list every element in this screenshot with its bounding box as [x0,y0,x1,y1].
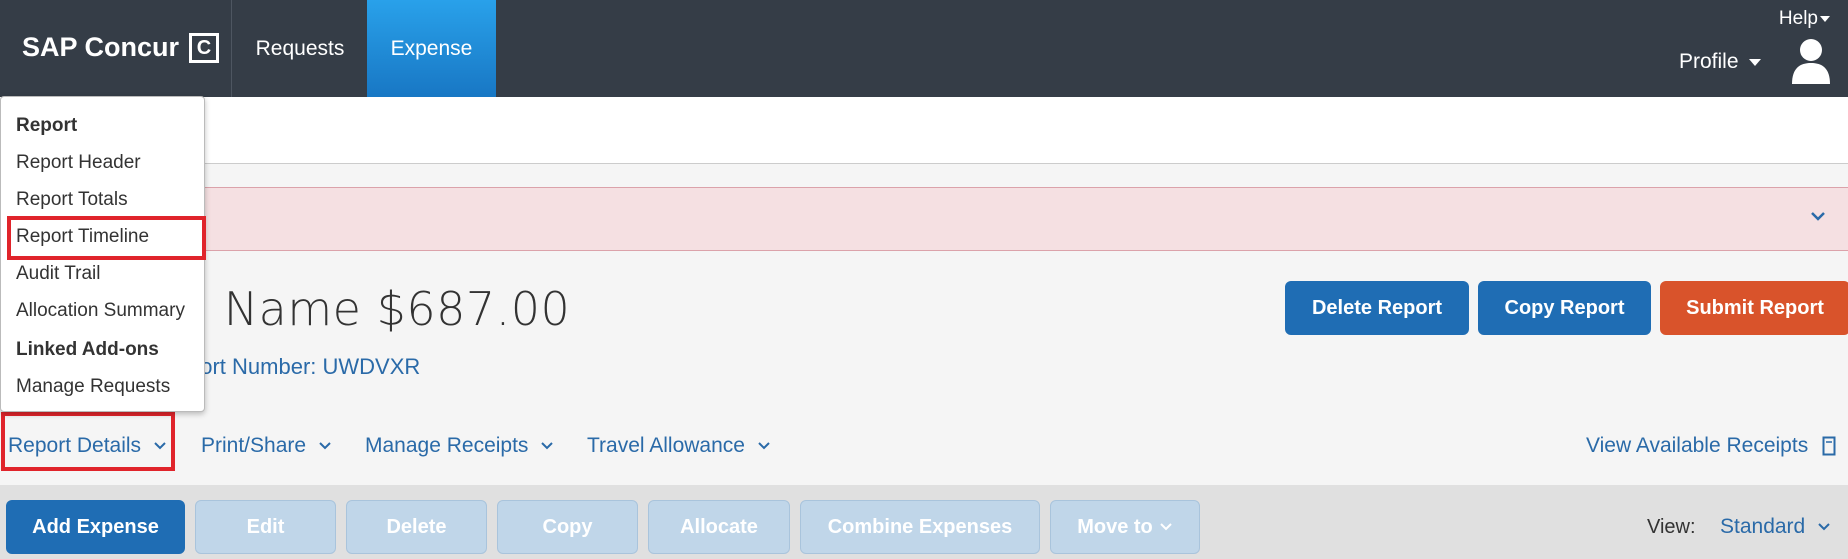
add-expense-button[interactable]: Add Expense [6,500,185,554]
menu-item-audit-trail[interactable]: Audit Trail [16,263,100,285]
brand-name: SAP Concur [22,32,180,62]
edit-button[interactable]: Edit [195,500,336,554]
caret-down-icon [1748,58,1761,66]
submit-report-button[interactable]: Submit Report [1660,281,1848,335]
view-value: Standard [1720,515,1806,538]
move-to-button[interactable]: Move to [1050,500,1200,554]
nav-requests[interactable]: Requests [232,0,368,97]
alert-banner [0,187,1848,251]
help-menu[interactable]: Help [1779,8,1830,30]
tab-print-share[interactable]: Print/Share [201,434,332,458]
highlight-report-timeline [7,216,206,260]
tab-label: Travel Allowance [587,434,745,457]
chevron-down-icon [541,442,553,450]
concur-c-icon: C [189,32,220,63]
report-title: o Name $687.00 [180,282,571,336]
copy-button[interactable]: Copy [497,500,638,554]
chevron-down-icon [1818,523,1830,531]
profile-menu[interactable]: Profile [1679,50,1761,74]
caret-down-icon [1820,15,1830,22]
delete-button[interactable]: Delete [346,500,487,554]
delete-report-button[interactable]: Delete Report [1285,281,1469,335]
combine-expenses-button[interactable]: Combine Expenses [800,500,1040,554]
user-avatar-icon[interactable] [1790,36,1832,86]
allocate-button[interactable]: Allocate [648,500,790,554]
profile-label: Profile [1679,50,1739,73]
tab-manage-receipts[interactable]: Manage Receipts [365,434,554,458]
menu-item-allocation-summary[interactable]: Allocation Summary [16,300,185,322]
view-available-receipts-link[interactable]: View Available Receipts [1586,434,1836,458]
nav-expense[interactable]: Expense [367,0,496,97]
highlight-report-details [1,412,175,471]
report-number: port Number: UWDVXR [188,354,421,379]
report-tabs: Report Details Print/Share Manage Receip… [0,420,1848,478]
top-nav-bar: SAP Concur C Requests Expense Help Profi… [0,0,1848,97]
copy-report-button[interactable]: Copy Report [1478,281,1651,335]
menu-item-report-totals[interactable]: Report Totals [16,189,128,211]
view-label: View: [1647,516,1696,538]
chevron-down-icon [1160,523,1172,531]
help-label: Help [1778,8,1818,29]
receipt-icon [1822,436,1836,456]
chevron-down-icon [758,442,770,450]
menu-item-manage-requests[interactable]: Manage Requests [16,376,170,398]
chevron-down-icon[interactable] [1810,210,1826,222]
sub-header [0,97,1848,164]
tab-label: Manage Receipts [365,434,529,457]
tab-label: View Available Receipts [1586,434,1809,457]
menu-section-report: Report [16,115,78,136]
expense-toolbar: Add Expense Edit Delete Copy Allocate Co… [0,485,1848,559]
move-to-label: Move to [1077,515,1153,538]
menu-section-linked-addons: Linked Add-ons [16,339,159,360]
view-select[interactable]: Standard [1720,515,1831,539]
chevron-down-icon [319,442,331,450]
tab-label: Print/Share [201,434,307,457]
menu-item-report-header[interactable]: Report Header [16,152,141,174]
brand-logo[interactable]: SAP Concur C [22,32,220,63]
tab-travel-allowance[interactable]: Travel Allowance [587,434,771,458]
